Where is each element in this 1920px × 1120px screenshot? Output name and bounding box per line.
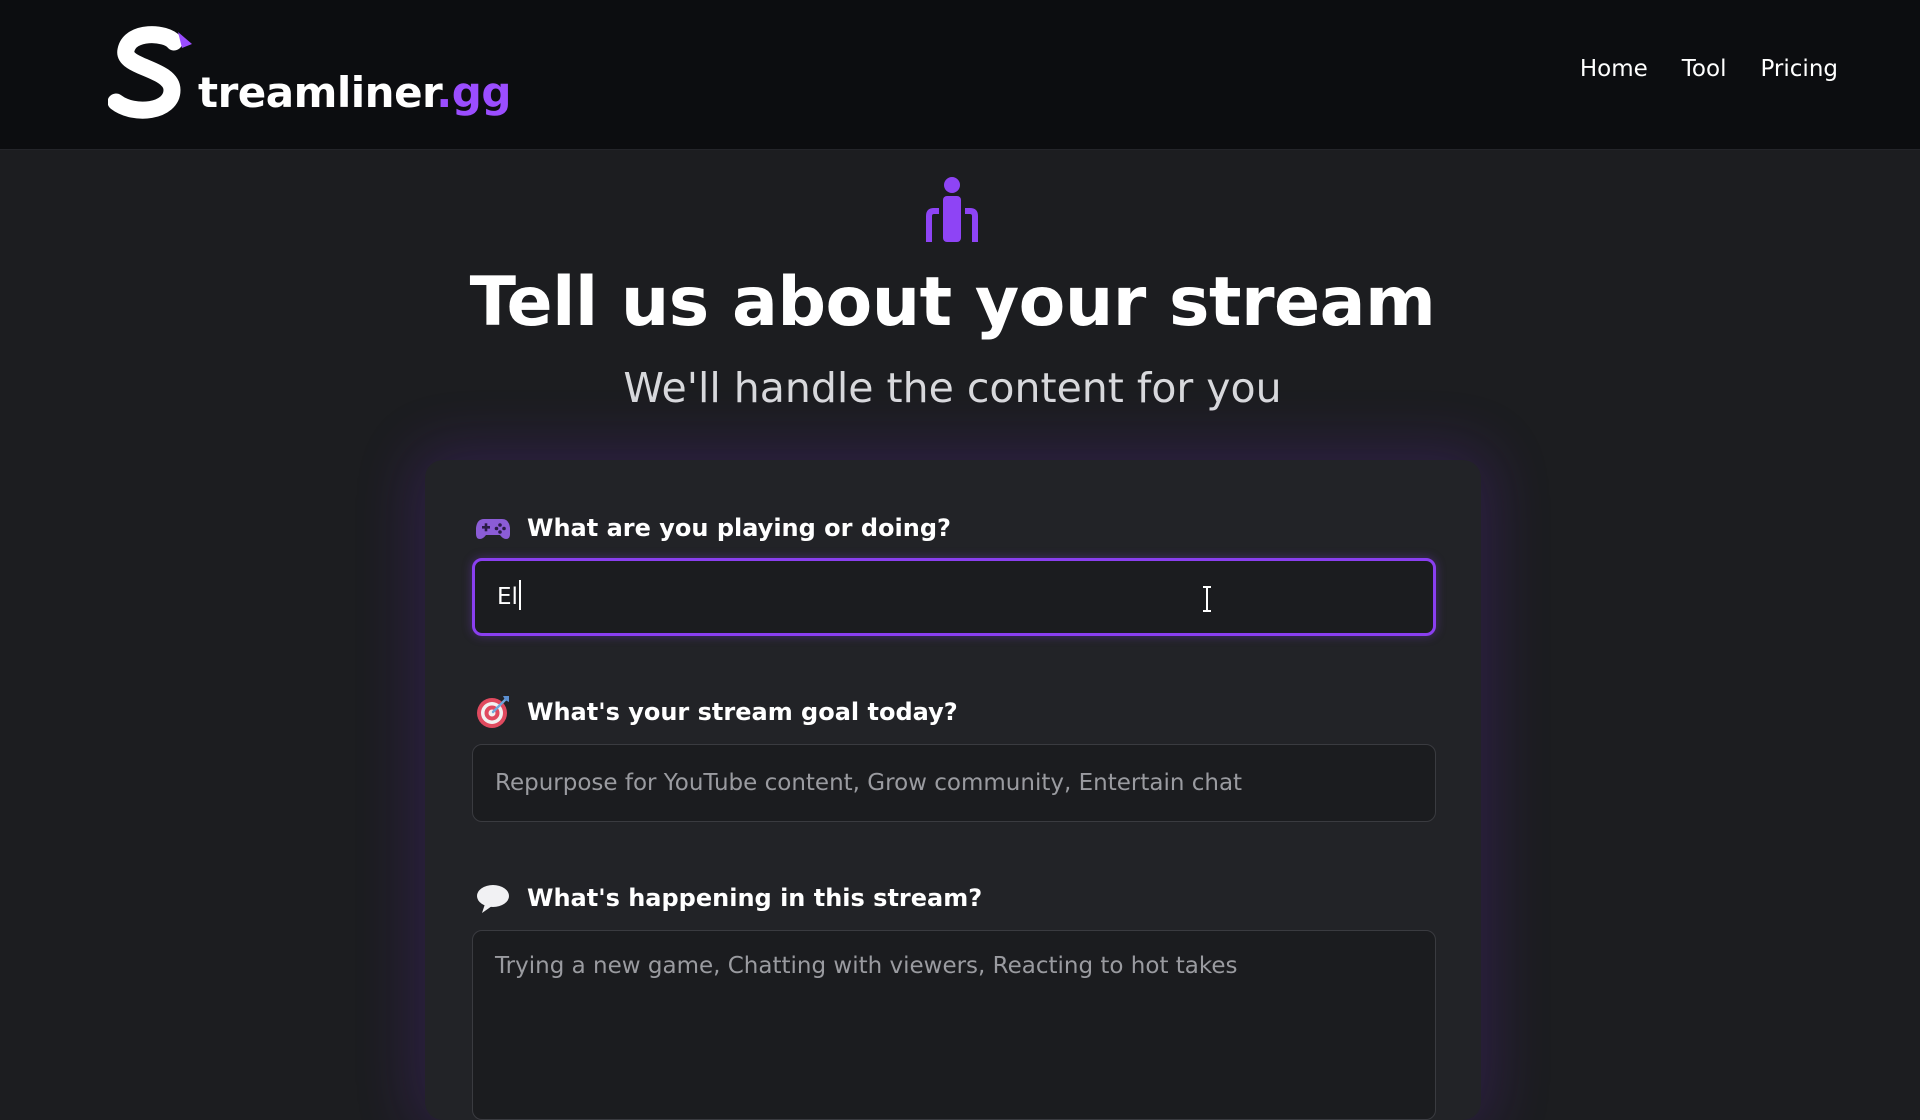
nav-links: Home Tool Pricing: [1580, 56, 1838, 82]
field-goal-label-text: What's your stream goal today?: [527, 698, 958, 726]
target-icon: [477, 696, 509, 728]
speech-bubble-icon: [477, 885, 509, 913]
page-title: Tell us about your stream: [469, 263, 1436, 342]
brand-tld: .gg: [436, 68, 511, 117]
nav-tool-link[interactable]: Tool: [1682, 56, 1727, 82]
brand-wordmark: treamliner.gg: [198, 72, 511, 114]
nav-home-link[interactable]: Home: [1580, 56, 1648, 82]
field-happening-label-text: What's happening in this stream?: [527, 884, 983, 912]
stream-happening-textarea[interactable]: [472, 930, 1436, 1120]
field-playing-label-text: What are you playing or doing?: [527, 514, 951, 542]
page-subtitle: We'll handle the content for you: [623, 364, 1282, 412]
field-goal-label: What's your stream goal today?: [475, 694, 958, 730]
community-icon: [926, 177, 978, 242]
top-navbar: treamliner.gg Home Tool Pricing: [0, 0, 1920, 150]
stream-form-card: What are you playing or doing? What's yo…: [425, 460, 1481, 1120]
game-controller-icon: [476, 519, 510, 539]
logo-s-mark-icon: [108, 26, 192, 119]
brand-logo[interactable]: treamliner.gg: [108, 24, 511, 124]
field-happening-label: What's happening in this stream?: [475, 880, 982, 916]
field-playing-label: What are you playing or doing?: [475, 510, 951, 546]
playing-input[interactable]: [472, 558, 1436, 636]
nav-pricing-link[interactable]: Pricing: [1760, 56, 1838, 82]
stream-goal-input[interactable]: [472, 744, 1436, 822]
brand-name: treamliner: [198, 68, 437, 117]
